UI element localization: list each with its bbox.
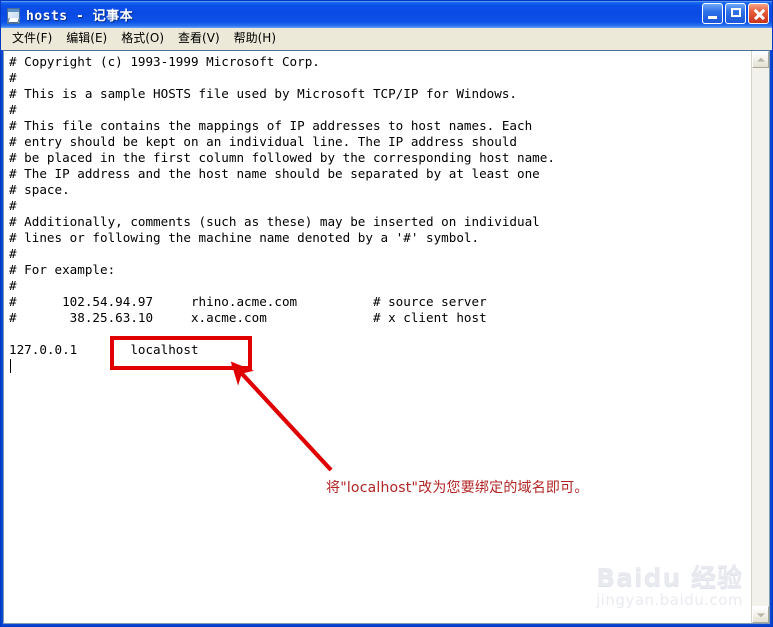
editor-line: # For example: [9,262,116,277]
menu-item-help[interactable]: 帮助(H) [227,30,283,48]
vertical-scrollbar[interactable] [751,51,769,623]
editor-line: # This file contains the mappings of IP … [9,118,533,133]
editor-line: # Copyright (c) 1993-1999 Microsoft Corp… [9,54,320,69]
editor-line: # be placed in the first column followed… [9,150,555,165]
maximize-button[interactable] [725,3,746,24]
editor-line: # space. [9,182,70,197]
editor-line: # The IP address and the host name shoul… [9,166,540,181]
editor-line: # [9,246,17,261]
editor-line: # Additionally, comments (such as these)… [9,214,540,229]
title-bar[interactable]: hosts - 记事本 [1,1,772,28]
close-button[interactable] [748,3,769,24]
editor-line: # [9,102,17,117]
menu-item-view[interactable]: 查看(V) [171,30,227,48]
editor-line: 127.0.0.1 localhost [9,342,199,357]
menu-bar: 文件(F) 编辑(E) 格式(O) 查看(V) 帮助(H) [1,28,772,50]
editor-line: # [9,198,17,213]
menu-item-edit[interactable]: 编辑(E) [59,30,114,48]
scroll-up-button[interactable] [752,51,769,68]
window-title: hosts - 记事本 [26,9,134,24]
scroll-down-button[interactable] [752,606,769,623]
menu-item-format[interactable]: 格式(O) [114,30,171,48]
window-controls [702,3,769,24]
notepad-icon [5,7,21,24]
editor-line: # 102.54.94.97 rhino.acme.com # source s… [9,294,487,309]
editor-line: # 38.25.63.10 x.acme.com # x client host [9,310,487,325]
text-editor[interactable]: # Copyright (c) 1993-1999 Microsoft Corp… [4,51,751,623]
editor-line: # lines or following the machine name de… [9,230,480,245]
text-caret [10,359,11,373]
editor-line: # entry should be kept on an individual … [9,134,517,149]
editor-line: # This is a sample HOSTS file used by Mi… [9,86,517,101]
notepad-window: hosts - 记事本 文件(F) 编辑(E) 格式(O) 查看(V) 帮助(H… [0,0,773,627]
minimize-button[interactable] [702,3,723,24]
editor-line: # [9,278,17,293]
menu-item-file[interactable]: 文件(F) [5,30,59,48]
editor-line: # [9,70,17,85]
client-area: # Copyright (c) 1993-1999 Microsoft Corp… [3,50,770,624]
